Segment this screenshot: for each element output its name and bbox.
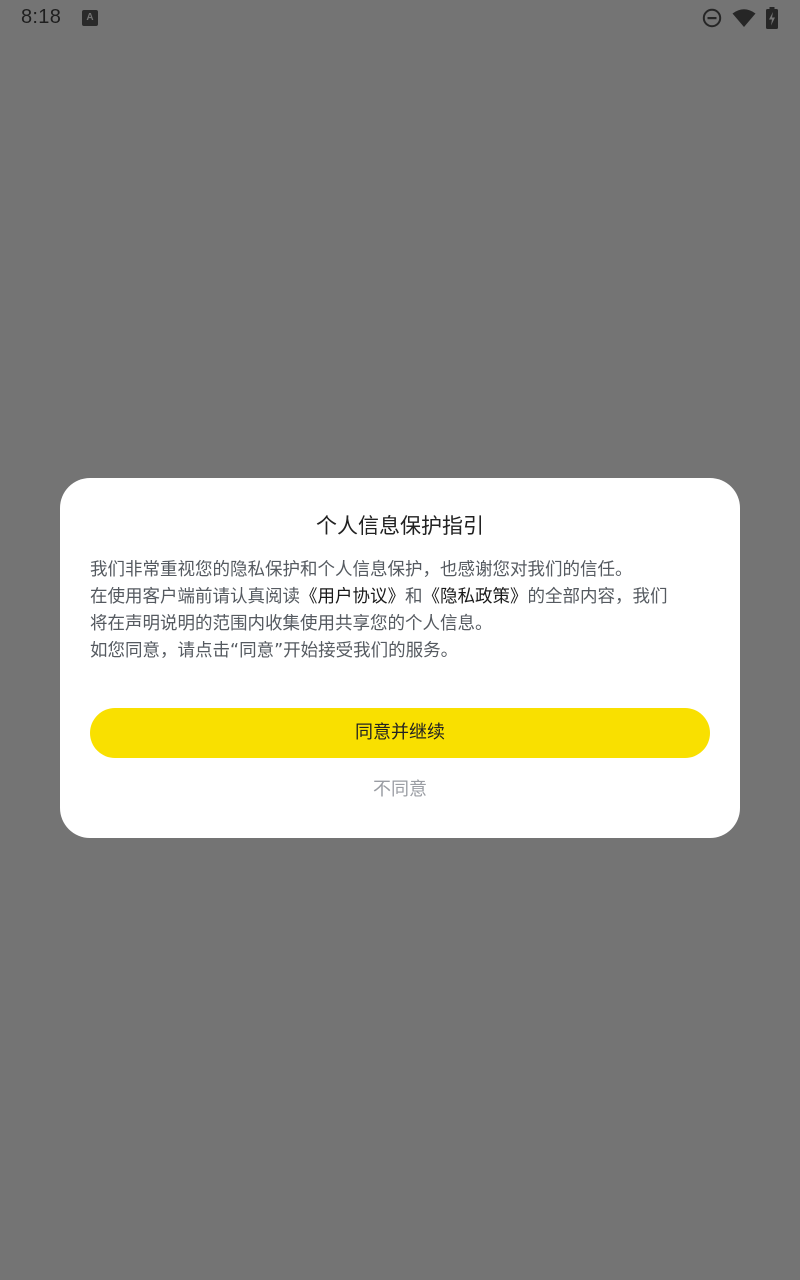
font-a-icon: A — [82, 10, 98, 26]
dialog-body: 我们非常重视您的隐私保护和个人信息保护，也感谢您对我们的信任。 在使用客户端前请… — [90, 557, 710, 665]
privacy-policy-link[interactable]: 《隐私政策》 — [423, 587, 528, 607]
user-agreement-link[interactable]: 《用户协议》 — [300, 587, 405, 607]
status-bar: 8:18 A — [0, 0, 800, 36]
status-time: 8:18 — [21, 6, 62, 28]
body-line-1: 我们非常重视您的隐私保护和个人信息保护，也感谢您对我们的信任。 — [90, 560, 633, 580]
battery-charging-icon — [766, 7, 778, 29]
disagree-button[interactable]: 不同意 — [0, 775, 800, 801]
wifi-icon — [732, 9, 756, 27]
agree-continue-button[interactable]: 同意并继续 — [90, 708, 710, 758]
body-line-2-suffix: 的全部内容，我们 — [527, 587, 668, 607]
dialog-title: 个人信息保护指引 — [316, 514, 484, 538]
body-line-4: 如您同意，请点击“同意”开始接受我们的服务。 — [90, 641, 459, 661]
screen-overlay: 8:18 A 个人信息保护指引 我们非常重视您的隐私保护和个人信息保护，也感谢您… — [0, 0, 800, 1280]
body-line-3: 将在声明说明的范围内收集使用共享您的个人信息。 — [90, 614, 493, 634]
body-line-2-prefix: 在使用客户端前请认真阅读 — [90, 587, 300, 607]
body-line-2: 在使用客户端前请认真阅读《用户协议》和《隐私政策》的全部内容，我们 — [90, 584, 710, 611]
body-line-2-and: 和 — [405, 587, 423, 607]
do-not-disturb-icon — [702, 8, 722, 28]
